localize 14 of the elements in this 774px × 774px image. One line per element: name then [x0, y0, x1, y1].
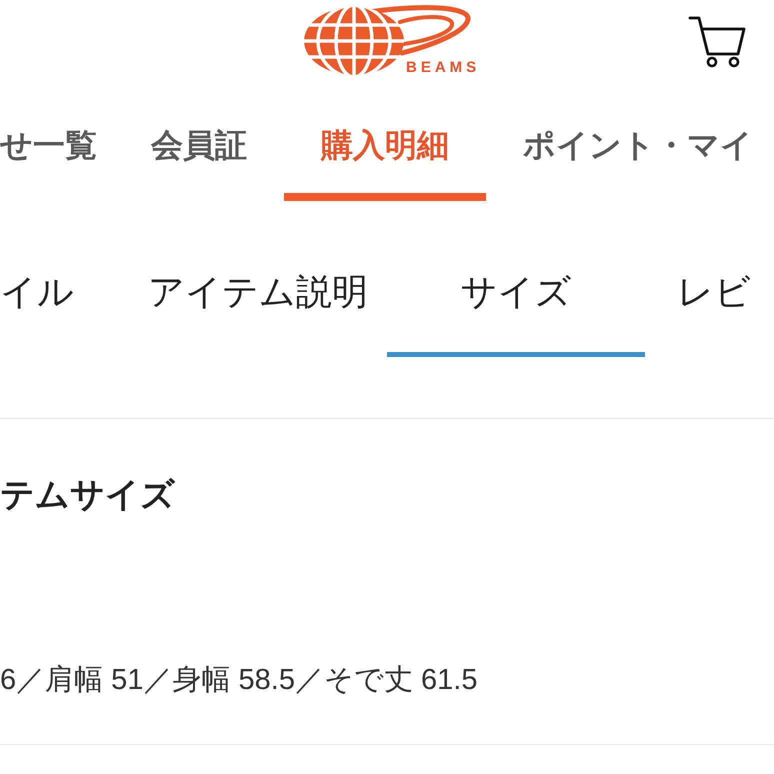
tab[interactable]: サイズ: [387, 201, 645, 357]
size-measurements: 6／肩幅 51／身幅 58.5／そで丈 61.5: [0, 663, 478, 698]
tab[interactable]: アイテム説明: [129, 201, 387, 357]
tab[interactable]: イル: [0, 201, 129, 357]
tab[interactable]: 会員証: [114, 100, 284, 201]
tab[interactable]: レビ: [645, 201, 774, 357]
tab[interactable]: ポイント・マイ: [486, 100, 774, 201]
section-heading: テムサイズ: [0, 475, 175, 516]
cart-icon: [688, 14, 746, 68]
logo-wordmark: BEAMS: [406, 59, 480, 76]
cart-button[interactable]: [688, 14, 746, 68]
globe-icon: [302, 4, 406, 76]
tab[interactable]: せ一覧: [0, 100, 114, 201]
tab[interactable]: 購入明細: [284, 100, 486, 201]
